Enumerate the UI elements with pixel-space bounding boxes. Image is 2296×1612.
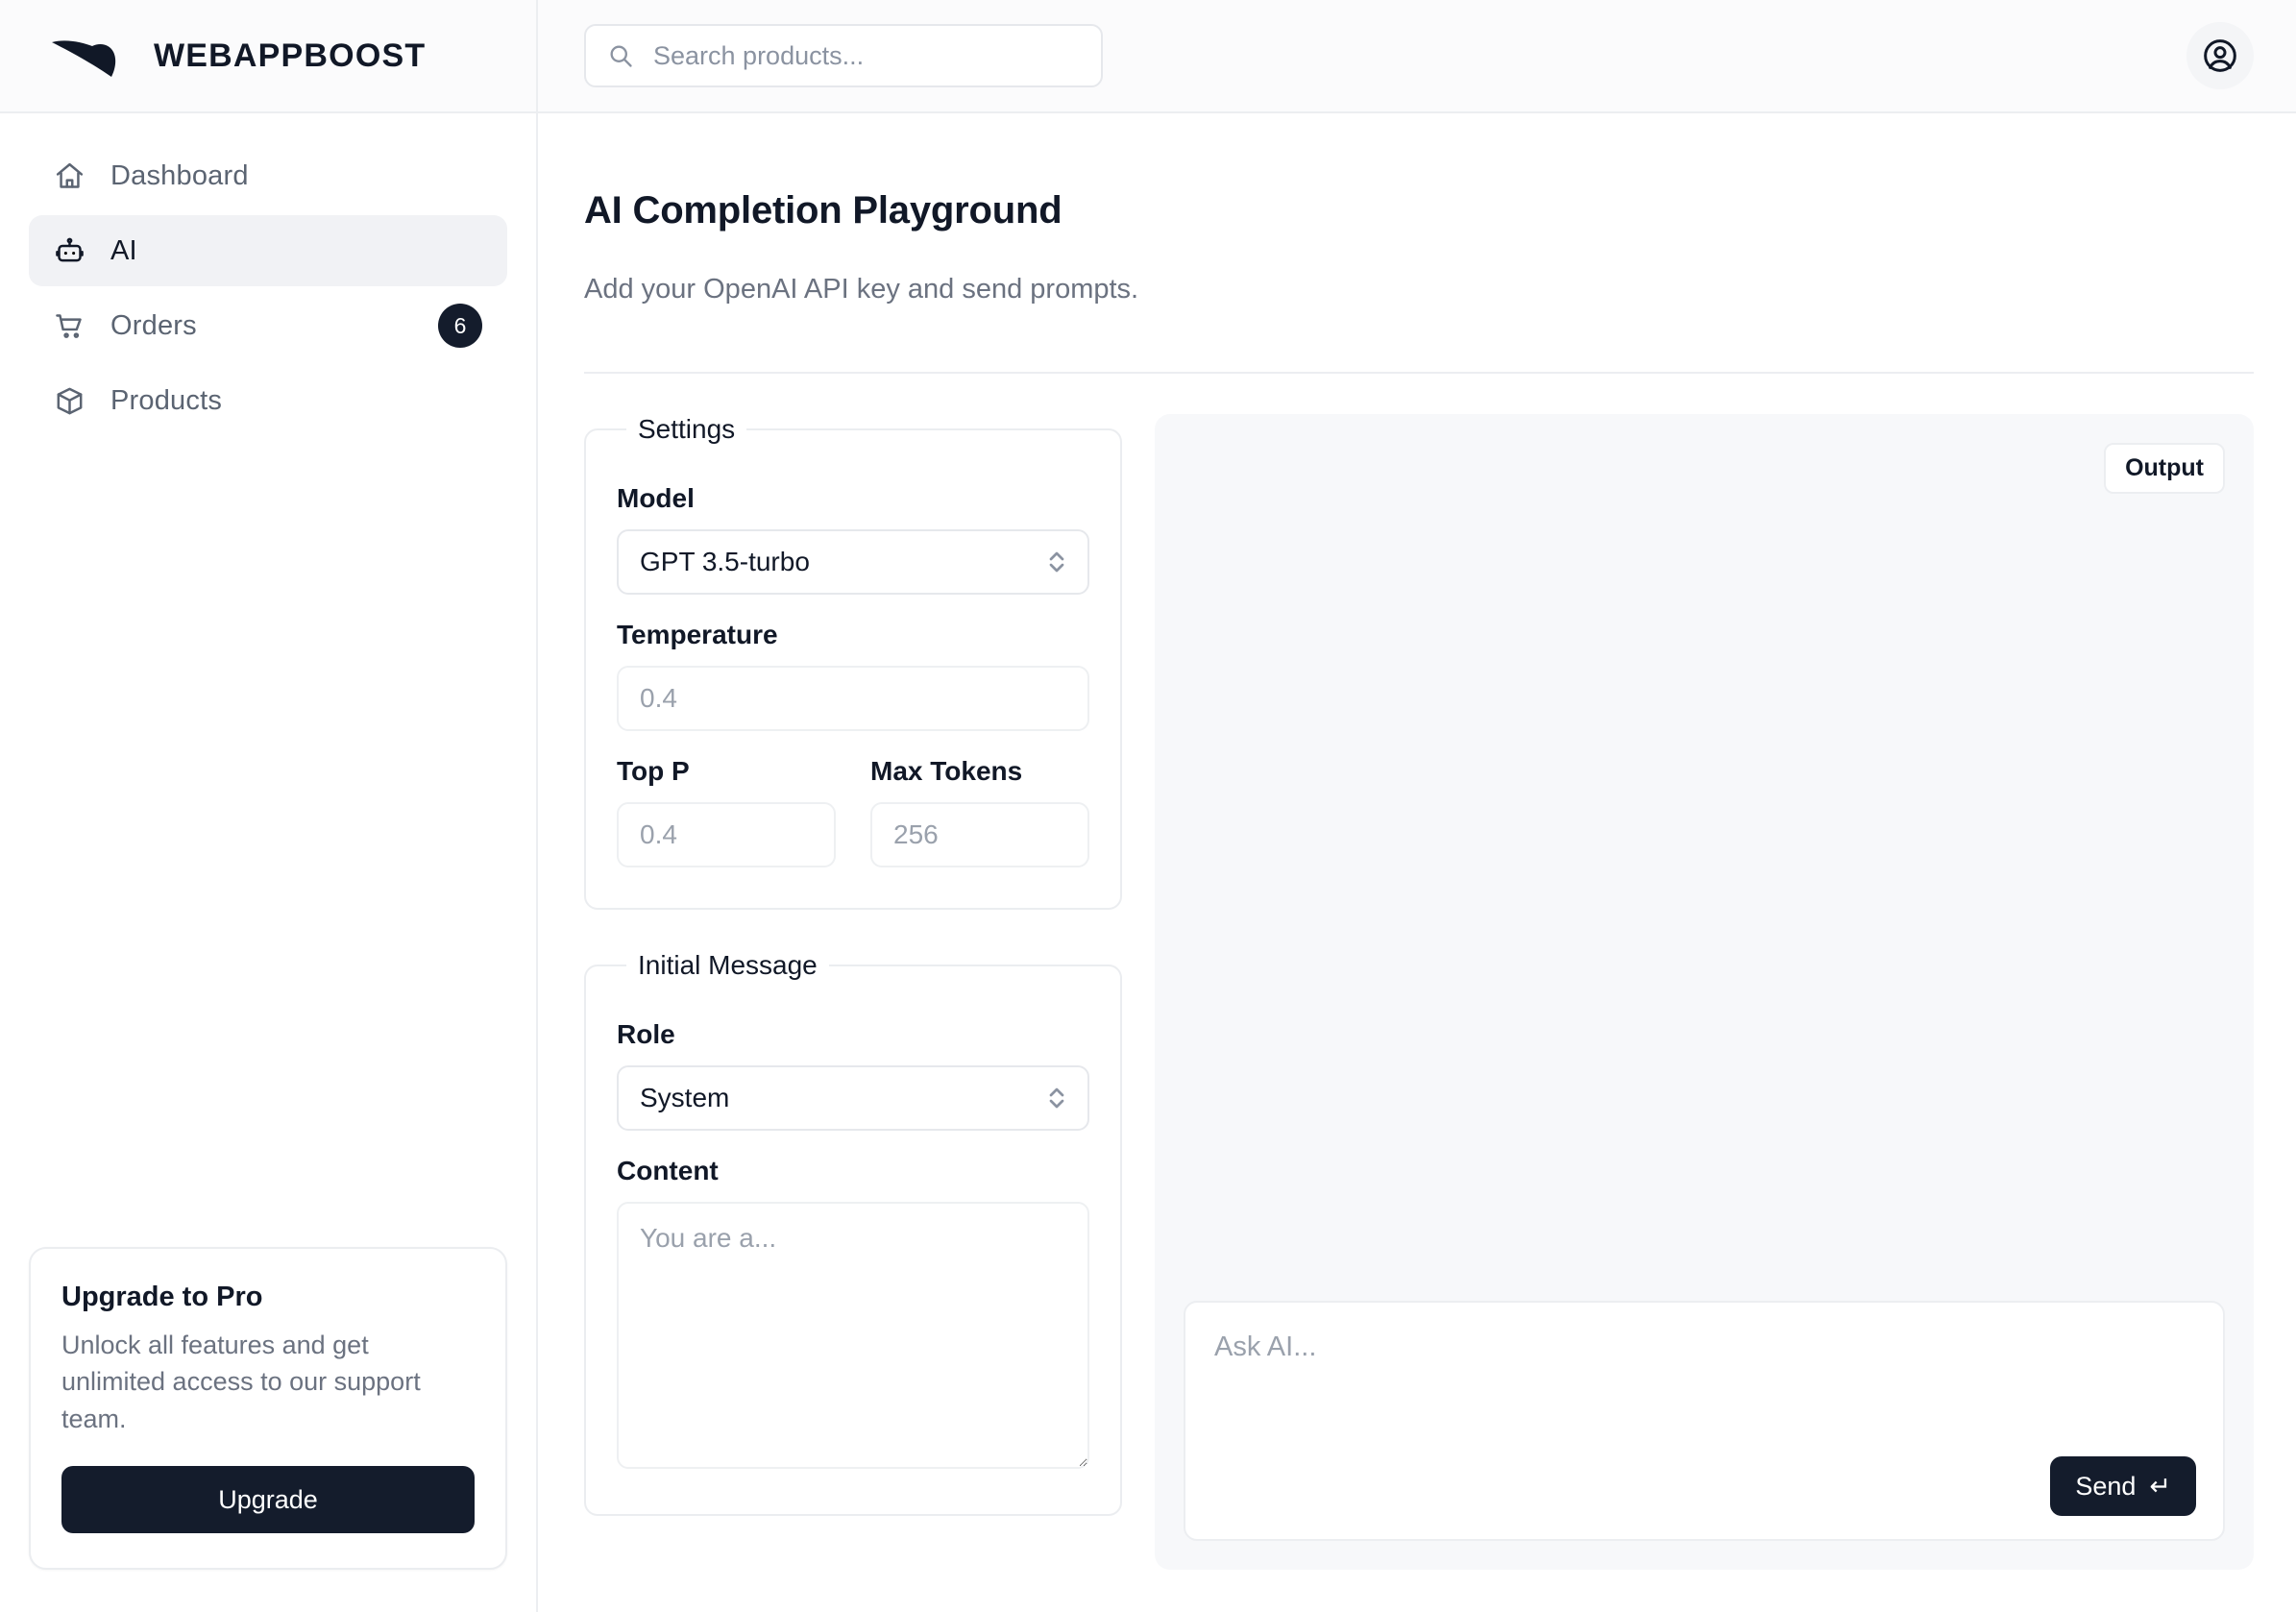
brand-name: WEBAPPBOOST [154, 37, 426, 75]
sidebar-item-dashboard[interactable]: Dashboard [29, 140, 507, 211]
model-select-value: GPT 3.5-turbo [640, 547, 810, 577]
sidebar-item-orders[interactable]: Orders 6 [29, 290, 507, 361]
initial-message-panel: Initial Message Role System Content [584, 950, 1122, 1516]
temperature-input[interactable] [617, 666, 1089, 731]
top-p-label: Top P [617, 756, 836, 787]
max-tokens-group: Max Tokens [870, 731, 1089, 867]
sidebar-item-label: Products [110, 385, 222, 417]
page-subtitle: Add your OpenAI API key and send prompts… [584, 274, 2254, 305]
search-icon [607, 42, 634, 69]
top-p-input[interactable] [617, 802, 836, 867]
chevron-up-down-icon [1045, 548, 1068, 576]
prompt-input[interactable] [1212, 1328, 2196, 1456]
upgrade-button[interactable]: Upgrade [61, 1466, 475, 1533]
send-button-label: Send [2075, 1472, 2136, 1502]
settings-panel: Settings Model GPT 3.5-turbo Temperature [584, 414, 1122, 910]
upgrade-card-description: Unlock all features and get unlimited ac… [61, 1327, 475, 1437]
sidebar-item-label: Dashboard [110, 160, 249, 192]
main-area: AI Completion Playground Add your OpenAI… [538, 0, 2296, 1612]
orders-badge: 6 [438, 304, 482, 348]
sidebar: WEBAPPBOOST Dashboard AI [0, 0, 538, 1612]
prompt-box: Send ↵ [1184, 1301, 2225, 1541]
home-icon [54, 160, 85, 192]
user-circle-icon [2201, 37, 2239, 75]
top-p-group: Top P [617, 731, 836, 867]
upgrade-card-title: Upgrade to Pro [61, 1282, 475, 1313]
model-select[interactable]: GPT 3.5-turbo [617, 529, 1089, 595]
max-tokens-label: Max Tokens [870, 756, 1089, 787]
search-box[interactable] [584, 24, 1103, 87]
max-tokens-input[interactable] [870, 802, 1089, 867]
sidebar-item-ai[interactable]: AI [29, 215, 507, 286]
app-root: WEBAPPBOOST Dashboard AI [0, 0, 2296, 1612]
upgrade-section: Upgrade to Pro Unlock all features and g… [0, 1247, 536, 1612]
role-select-value: System [640, 1083, 729, 1113]
settings-legend: Settings [626, 414, 746, 445]
page-content: AI Completion Playground Add your OpenAI… [538, 113, 2296, 1612]
initial-message-legend: Initial Message [626, 950, 829, 981]
send-button[interactable]: Send ↵ [2050, 1456, 2196, 1516]
sidebar-item-label: AI [110, 235, 137, 267]
robot-icon [54, 235, 85, 267]
chevron-up-down-icon [1045, 1084, 1068, 1112]
enter-return-icon: ↵ [2149, 1472, 2171, 1502]
content-textarea[interactable] [617, 1202, 1089, 1469]
shopping-cart-icon [54, 310, 85, 342]
output-badge-row: Output [1184, 443, 2225, 494]
output-panel: Output Send ↵ [1155, 414, 2254, 1570]
content-label: Content [617, 1156, 1089, 1186]
settings-column: Settings Model GPT 3.5-turbo Temperature [584, 414, 1122, 1570]
role-label: Role [617, 1019, 1089, 1050]
topbar [538, 0, 2296, 113]
account-button[interactable] [2186, 22, 2254, 89]
role-select[interactable]: System [617, 1065, 1089, 1131]
swoosh-logo-icon [50, 33, 129, 79]
prompt-actions: Send ↵ [1212, 1456, 2196, 1516]
upgrade-card: Upgrade to Pro Unlock all features and g… [29, 1247, 507, 1570]
model-label: Model [617, 483, 1089, 514]
search-input[interactable] [651, 40, 1080, 72]
header-divider [584, 372, 2254, 374]
output-badge[interactable]: Output [2104, 443, 2225, 494]
temperature-label: Temperature [617, 620, 1089, 650]
brand-header[interactable]: WEBAPPBOOST [0, 0, 536, 113]
sidebar-item-products[interactable]: Products [29, 365, 507, 436]
package-icon [54, 385, 85, 417]
top-p-max-tokens-row: Top P Max Tokens [617, 731, 1089, 867]
page-title: AI Completion Playground [584, 189, 2254, 232]
sidebar-nav: Dashboard AI Orders 6 [0, 113, 536, 440]
sidebar-item-label: Orders [110, 310, 197, 342]
playground-layout: Settings Model GPT 3.5-turbo Temperature [584, 414, 2254, 1612]
output-body [1184, 494, 2225, 1301]
